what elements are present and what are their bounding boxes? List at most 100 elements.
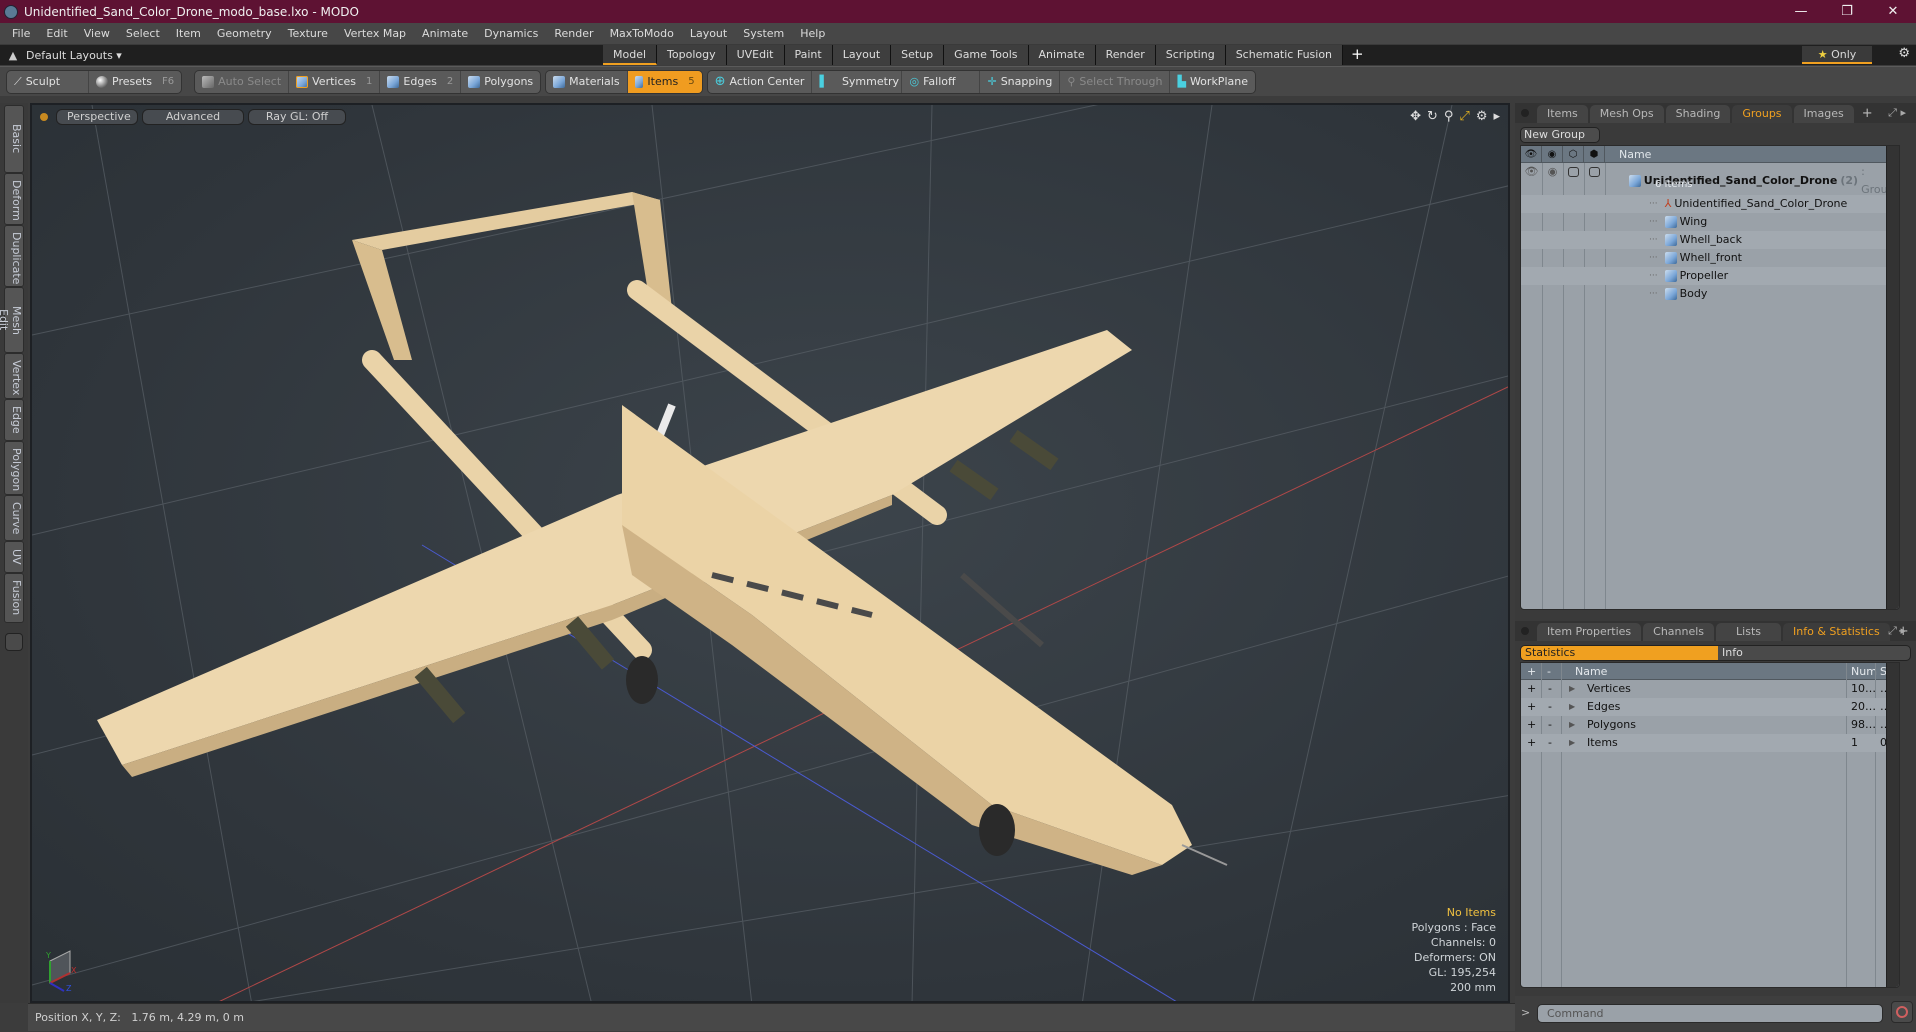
side-tab-polygon[interactable]: Polygon bbox=[4, 441, 24, 495]
pan-icon[interactable]: ✥ bbox=[1410, 109, 1421, 124]
polygons-button[interactable]: Polygons bbox=[461, 71, 540, 93]
tab-shading[interactable]: Shading bbox=[1665, 105, 1731, 123]
menu-vertex-map[interactable]: Vertex Map bbox=[336, 27, 414, 40]
viewport-indicator-icon[interactable] bbox=[40, 113, 48, 121]
expand-arrow-icon[interactable]: ▶ bbox=[1569, 680, 1575, 698]
auto-select-button[interactable]: Auto Select bbox=[195, 70, 290, 93]
side-tab-basic[interactable]: Basic bbox=[4, 105, 24, 173]
menu-texture[interactable]: Texture bbox=[280, 27, 336, 40]
symmetry-button[interactable]: ▌ Symmetry bbox=[812, 70, 903, 93]
tab-lists[interactable]: Lists bbox=[1716, 623, 1782, 641]
menu-geometry[interactable]: Geometry bbox=[209, 27, 280, 40]
edges-button[interactable]: Edges 2 bbox=[380, 70, 462, 93]
tab-animate[interactable]: Animate bbox=[1028, 45, 1096, 65]
lock-toggle[interactable] bbox=[1568, 167, 1579, 177]
tree-item[interactable]: ··· Body bbox=[1521, 285, 1899, 303]
tree-item[interactable]: ··· Whell_front bbox=[1521, 249, 1899, 267]
side-tab-deform[interactable]: Deform bbox=[4, 173, 24, 225]
menu-item[interactable]: Item bbox=[168, 27, 209, 40]
tab-setup[interactable]: Setup bbox=[891, 45, 945, 65]
new-group-button[interactable]: New Group bbox=[1520, 127, 1600, 143]
workplane-button[interactable]: ▙ WorkPlane bbox=[1170, 71, 1254, 93]
side-tab-edge[interactable]: Edge bbox=[4, 399, 24, 441]
close-button[interactable]: ✕ bbox=[1870, 0, 1916, 23]
items-button[interactable]: Items 5 bbox=[627, 70, 702, 93]
menu-edit[interactable]: Edit bbox=[38, 27, 75, 40]
menu-select[interactable]: Select bbox=[118, 27, 168, 40]
side-tab-vertex[interactable]: Vertex bbox=[4, 353, 24, 399]
side-tab-duplicate[interactable]: Duplicate bbox=[4, 225, 24, 287]
maximize-viewport-icon[interactable]: ⤢ bbox=[1459, 109, 1469, 124]
tab-render[interactable]: Render bbox=[1095, 45, 1156, 65]
default-layouts-dropdown[interactable]: Default Layouts ▾ bbox=[26, 49, 136, 62]
collapse-arrow-icon[interactable]: ▲ bbox=[0, 49, 26, 62]
tab-topology[interactable]: Topology bbox=[657, 45, 727, 65]
expand-all-header[interactable]: + bbox=[1527, 663, 1536, 680]
menu-dynamics[interactable]: Dynamics bbox=[476, 27, 546, 40]
menu-maxtomodo[interactable]: MaxToModo bbox=[602, 27, 682, 40]
tree-item[interactable]: ··· Whell_back bbox=[1521, 231, 1899, 249]
tab-scripting[interactable]: Scripting bbox=[1155, 45, 1226, 65]
lock-column-icon[interactable]: ⬡ bbox=[1563, 146, 1584, 162]
tab-uvedit[interactable]: UVEdit bbox=[726, 45, 785, 65]
only-toggle[interactable]: ★ Only bbox=[1802, 46, 1872, 64]
tab-images[interactable]: Images bbox=[1793, 105, 1854, 123]
menu-help[interactable]: Help bbox=[792, 27, 833, 40]
render-column-camera-icon[interactable]: ◉ bbox=[1542, 146, 1563, 162]
tree-item[interactable]: ··· Wing bbox=[1521, 213, 1899, 231]
add-layout-tab-button[interactable]: + bbox=[1343, 45, 1372, 65]
add-panel-tab-button[interactable]: + bbox=[1856, 105, 1879, 123]
select-toggle[interactable] bbox=[1589, 167, 1600, 177]
num-header[interactable]: Num bbox=[1851, 663, 1877, 680]
group-row[interactable]: 👁 ◉ Unidentified_Sand_Color_Drone (2) : … bbox=[1521, 163, 1899, 196]
side-tab-uv[interactable]: UV bbox=[4, 541, 24, 573]
falloff-button[interactable]: ◎ Falloff bbox=[902, 70, 981, 93]
statistics-tab[interactable]: Statistics bbox=[1521, 646, 1718, 660]
menu-file[interactable]: File bbox=[4, 27, 38, 40]
collapse-button[interactable]: - bbox=[1548, 698, 1552, 716]
tab-groups[interactable]: Groups bbox=[1732, 105, 1792, 123]
presets-button[interactable]: Presets F6 bbox=[89, 71, 181, 93]
tree-item[interactable]: ··· ⅄ Unidentified_Sand_Color_Drone bbox=[1521, 195, 1899, 213]
tree-item[interactable]: ··· Propeller bbox=[1521, 267, 1899, 285]
maximize-button[interactable]: ❐ bbox=[1824, 0, 1870, 23]
tab-item-properties[interactable]: Item Properties bbox=[1537, 623, 1642, 641]
stats-row-edges[interactable]: +- ▶ Edges 20… … bbox=[1521, 698, 1899, 716]
menu-view[interactable]: View bbox=[76, 27, 118, 40]
view-mode-dropdown[interactable]: Perspective bbox=[56, 109, 138, 125]
expand-button[interactable]: + bbox=[1527, 716, 1536, 734]
minimize-button[interactable]: — bbox=[1778, 0, 1824, 23]
viewport-menu-arrow-icon[interactable]: ▸ bbox=[1493, 109, 1500, 124]
zoom-icon[interactable]: ⚲ bbox=[1444, 109, 1454, 124]
side-tab-curve[interactable]: Curve bbox=[4, 495, 24, 541]
expand-arrow-icon[interactable]: ▶ bbox=[1569, 716, 1575, 734]
menu-animate[interactable]: Animate bbox=[414, 27, 476, 40]
rotate-icon[interactable]: ↻ bbox=[1427, 109, 1438, 124]
menu-system[interactable]: System bbox=[735, 27, 792, 40]
action-center-button[interactable]: ⊕ Action Center bbox=[708, 70, 813, 93]
sculpt-button[interactable]: ⟋ Sculpt bbox=[7, 70, 89, 93]
stats-row-items[interactable]: + - ▶ Items 1 0 bbox=[1521, 734, 1899, 752]
collapse-button[interactable]: - bbox=[1548, 680, 1552, 698]
select-column-icon[interactable]: ⬢ bbox=[1584, 146, 1605, 162]
side-tab-fusion[interactable]: Fusion bbox=[4, 573, 24, 623]
sidebar-toggle-button[interactable] bbox=[5, 633, 23, 651]
tab-game-tools[interactable]: Game Tools bbox=[944, 45, 1029, 65]
shading-dropdown[interactable]: Advanced bbox=[142, 109, 244, 125]
name-header[interactable]: Name bbox=[1575, 663, 1607, 680]
record-macro-button[interactable] bbox=[1891, 1001, 1913, 1023]
tab-channels[interactable]: Channels bbox=[1643, 623, 1715, 641]
vertices-button[interactable]: Vertices 1 bbox=[289, 70, 381, 93]
expand-panel-icon[interactable]: ⤢ ▸ bbox=[1888, 624, 1906, 638]
select-through-button[interactable]: ⚲ Select Through bbox=[1060, 70, 1171, 93]
info-tab[interactable]: Info bbox=[1718, 646, 1910, 660]
expand-button[interactable]: + bbox=[1527, 698, 1536, 716]
expand-button[interactable]: + bbox=[1527, 734, 1536, 752]
expand-panel-icon[interactable]: ⤢ ▸ bbox=[1888, 106, 1906, 120]
name-column-header[interactable]: Name bbox=[1605, 146, 1651, 162]
tab-schematic-fusion[interactable]: Schematic Fusion bbox=[1225, 45, 1344, 65]
viewport-settings-gear-icon[interactable]: ⚙ bbox=[1476, 109, 1488, 124]
tab-paint[interactable]: Paint bbox=[784, 45, 833, 65]
expand-arrow-icon[interactable]: ▶ bbox=[1569, 734, 1575, 752]
tab-model[interactable]: Model bbox=[603, 45, 658, 65]
